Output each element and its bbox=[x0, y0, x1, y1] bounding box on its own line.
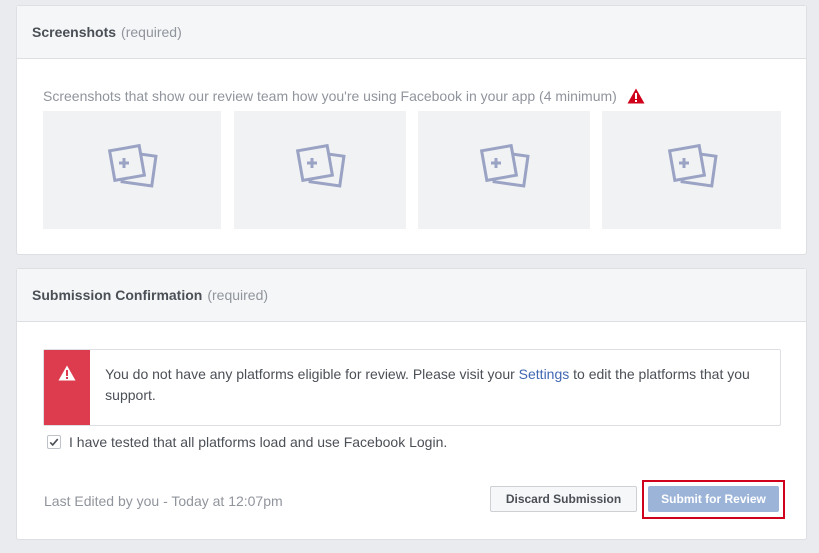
screenshot-slot-1[interactable] bbox=[43, 111, 221, 229]
screenshots-title: Screenshots bbox=[32, 24, 117, 40]
screenshot-slot-4[interactable] bbox=[602, 111, 781, 229]
tested-platforms-checkbox[interactable] bbox=[47, 435, 61, 449]
checkmark-icon bbox=[49, 438, 59, 447]
add-photo-icon bbox=[662, 142, 722, 199]
warning-triangle-icon bbox=[627, 88, 645, 104]
submission-confirmation-header: Submission Confirmation (required) bbox=[17, 269, 806, 322]
submission-confirmation-title: Submission Confirmation bbox=[32, 287, 203, 303]
alert-message: You do not have any platforms eligible f… bbox=[90, 350, 780, 425]
screenshots-required-label: (required) bbox=[121, 24, 182, 40]
warning-icon bbox=[58, 365, 76, 386]
screenshots-caption: Screenshots that show our review team ho… bbox=[43, 88, 645, 104]
submit-highlight-box: Submit for Review bbox=[642, 480, 785, 519]
settings-link[interactable]: Settings bbox=[519, 366, 570, 382]
screenshots-header: Screenshots (required) bbox=[17, 6, 806, 59]
screenshots-caption-text: Screenshots that show our review team ho… bbox=[43, 88, 617, 104]
last-edited-text: Last Edited by you - Today at 12:07pm bbox=[44, 493, 283, 509]
screenshot-slot-2[interactable] bbox=[234, 111, 406, 229]
tested-platforms-row: I have tested that all platforms load an… bbox=[47, 434, 447, 450]
screenshot-slot-3[interactable] bbox=[418, 111, 590, 229]
platforms-alert: You do not have any platforms eligible f… bbox=[43, 349, 781, 426]
alert-text-before: You do not have any platforms eligible f… bbox=[105, 366, 519, 382]
alert-side-bar bbox=[44, 350, 91, 425]
add-photo-icon bbox=[474, 142, 534, 199]
submission-confirmation-panel: Submission Confirmation (required) You d… bbox=[16, 268, 807, 540]
add-photo-icon bbox=[102, 142, 162, 199]
tested-platforms-label: I have tested that all platforms load an… bbox=[69, 434, 448, 450]
add-photo-icon bbox=[290, 142, 350, 199]
submit-for-review-button[interactable]: Submit for Review bbox=[648, 486, 779, 512]
submission-confirmation-required-label: (required) bbox=[207, 287, 269, 303]
discard-submission-button[interactable]: Discard Submission bbox=[490, 486, 637, 512]
